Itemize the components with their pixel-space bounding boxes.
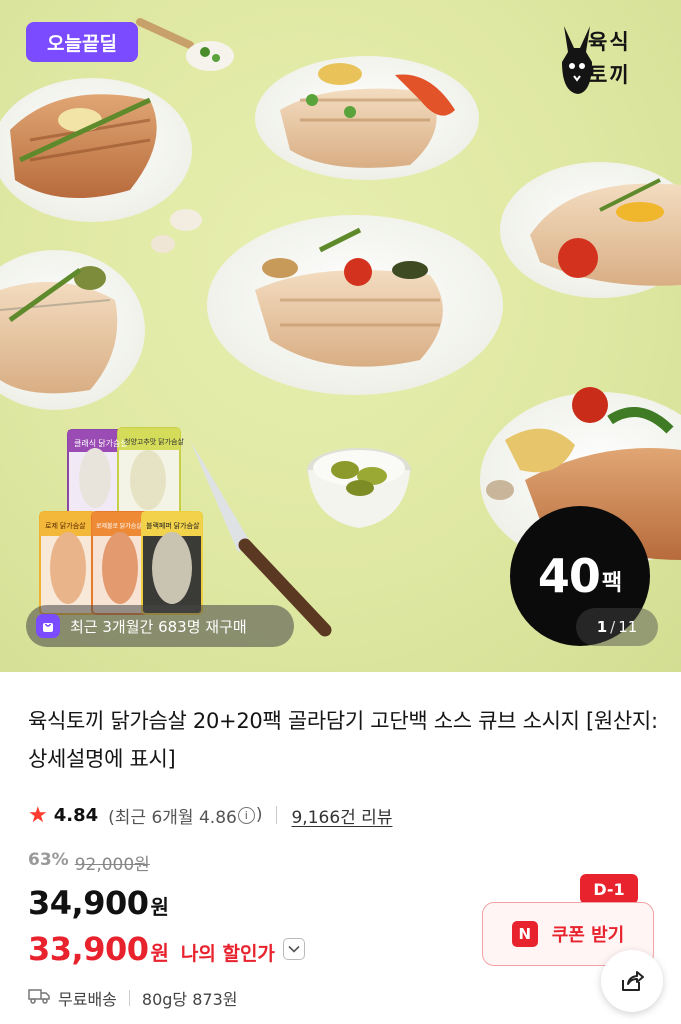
chevron-down-icon[interactable] — [282, 938, 305, 960]
divider — [128, 990, 130, 1006]
package-label: 클래식 닭가슴살 — [74, 438, 128, 448]
reviews-link[interactable]: 9,166건 리뷰 — [291, 803, 392, 828]
recent-rating: (최근 6개월 4.86 — [108, 807, 237, 828]
unit-price: 80g당 873원 — [141, 990, 238, 1009]
discount-row: 63% 92,000원 — [28, 850, 150, 875]
my-price-amount: 33,900 — [28, 930, 149, 968]
brand-logo-text: 육식 토끼 — [588, 30, 631, 87]
pager-current: 1 — [596, 618, 608, 636]
sale-price-unit: 원 — [150, 895, 169, 919]
today-deal-badge: 오늘끝딜 — [26, 22, 138, 62]
truck-icon — [28, 988, 50, 1008]
pickle-bowl — [307, 448, 411, 528]
discount-percent: 63% — [28, 850, 69, 870]
plate-top-center — [255, 56, 479, 180]
shipping-row: 무료배송 80g당 873원 — [28, 986, 237, 1010]
knife — [190, 440, 332, 637]
my-price-label: 나의 할인가 — [180, 943, 275, 965]
package-label: 로제볼로 닭가슴살 — [96, 522, 142, 530]
plate-center — [207, 215, 503, 395]
product-title: 육식토끼 닭가슴살 20+20팩 골라담기 고단백 소스 큐브 소시지 [원산지… — [28, 709, 658, 771]
rebuy-text: 최근 3개월간 683명 재구매 — [70, 617, 247, 636]
pager-separator: / — [610, 618, 616, 636]
share-button[interactable] — [601, 950, 663, 1012]
plate-top-left — [0, 78, 192, 222]
sale-price-amount: 34,900 — [28, 884, 149, 922]
pager-total: 11 — [618, 618, 638, 636]
share-icon — [622, 971, 644, 991]
info-icon[interactable]: i — [237, 806, 255, 824]
coupon-label: 쿠폰 받기 — [551, 925, 625, 946]
plate-right — [500, 162, 681, 298]
package-label: 블랙페퍼 닭가슴살 — [146, 521, 200, 530]
image-pager: 1 / 11 — [576, 608, 658, 646]
naver-icon: N — [511, 921, 538, 947]
pack-count: 40 — [537, 549, 601, 603]
rebuy-info-pill: 최근 3개월간 683명 재구매 — [26, 605, 294, 647]
package-label: 청양고추맛 닭가슴살 — [124, 437, 184, 446]
dday-badge: D-1 — [580, 874, 638, 910]
product-packages: 클래식 닭가슴살 청양고추맛 닭가슴살 로제 닭가슴살 로제볼로 닭가슴살 블랙… — [39, 427, 203, 615]
shopping-bag-icon — [36, 614, 60, 638]
original-price: 92,000원 — [74, 855, 150, 875]
my-discount-price[interactable]: 33,900 원 나의 할인가 — [28, 930, 305, 968]
spoon — [136, 18, 234, 71]
rating-score: 4.84 — [53, 804, 99, 826]
brand-logo: 육식 토끼 — [558, 22, 652, 98]
plate-left — [0, 250, 145, 410]
my-price-unit: 원 — [150, 941, 169, 965]
rating-row: ★ 4.84 (최근 6개월 4.86 i ) 9,166건 리뷰 — [28, 800, 392, 830]
product-image-carousel[interactable]: 클래식 닭가슴살 청양고추맛 닭가슴살 로제 닭가슴살 로제볼로 닭가슴살 블랙… — [0, 0, 681, 672]
pack-unit: 팩 — [601, 571, 623, 596]
package-label: 로제 닭가슴살 — [45, 521, 86, 530]
recent-rating-close: ) — [255, 805, 263, 825]
free-shipping-label: 무료배송 — [58, 990, 117, 1009]
sale-price: 34,900 원 — [28, 884, 169, 922]
star-icon: ★ — [28, 802, 48, 828]
divider — [276, 806, 278, 824]
